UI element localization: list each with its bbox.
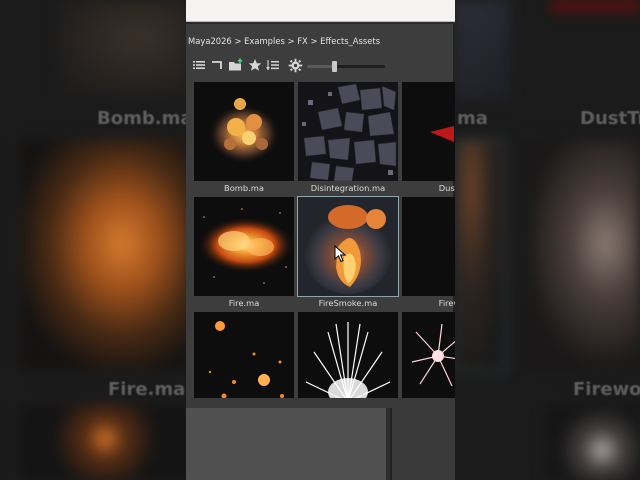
asset-label: Fire.ma bbox=[228, 298, 260, 308]
settings-gear-icon[interactable] bbox=[287, 58, 303, 74]
slider-fill bbox=[307, 65, 335, 68]
disintegration-thumbnail bbox=[298, 82, 398, 181]
back-arrow-icon[interactable] bbox=[209, 58, 225, 74]
browser-toolbar bbox=[186, 56, 455, 76]
bg-label-fire: Fire.ma bbox=[108, 379, 186, 400]
bg-label-ma: ma bbox=[457, 108, 488, 129]
asset-item-firesmoke[interactable]: FireSmoke.ma bbox=[297, 196, 400, 311]
bg-dust-tile bbox=[455, 0, 510, 100]
breadcrumb-effects-assets[interactable]: Effects_Assets bbox=[320, 36, 380, 46]
asset-label: Bomb.ma bbox=[224, 183, 264, 193]
list-view-icon[interactable] bbox=[191, 58, 207, 74]
asset-item-disintegration[interactable]: Disintegration.ma bbox=[298, 82, 400, 196]
mouse-cursor-icon bbox=[334, 245, 347, 263]
favorite-star-icon[interactable] bbox=[247, 58, 263, 74]
bg-spark-tile bbox=[545, 405, 640, 480]
pinkfirework-thumbnail bbox=[402, 312, 455, 402]
asset-item-bomb[interactable]: Bomb.ma bbox=[194, 82, 296, 196]
asset-label: Disintegration.ma bbox=[310, 183, 386, 193]
sparks-thumbnail bbox=[194, 312, 294, 402]
content-browser-panel: Maya2026 > Examples > FX > Effects_Asset… bbox=[186, 24, 455, 408]
bg-smoke-tile bbox=[455, 140, 507, 372]
new-folder-icon[interactable] bbox=[228, 58, 244, 74]
firesmoke-thumbnail bbox=[297, 196, 399, 297]
window-top-strip bbox=[186, 0, 455, 22]
lower-panel-left bbox=[186, 408, 386, 480]
breadcrumb-separator: > bbox=[310, 36, 318, 46]
asset-label: Firewo bbox=[438, 298, 455, 308]
background-right-blurred: ma DustTr Firewo bbox=[455, 0, 640, 480]
background-left-blurred: Bomb.ma Fire.ma bbox=[0, 0, 186, 480]
asset-item-burst[interactable] bbox=[298, 312, 400, 402]
lower-workspace bbox=[186, 408, 455, 480]
bg-label-dust: DustTr bbox=[580, 108, 640, 129]
asset-label: DustTr bbox=[438, 183, 455, 193]
asset-thumbnail-grid: Bomb.ma Disintegration.ma Dus Fire.ma Fi… bbox=[194, 82, 455, 402]
asset-item-fireworks[interactable]: Firewo bbox=[402, 197, 455, 311]
content-browser-column: Maya2026 > Examples > FX > Effects_Asset… bbox=[186, 0, 455, 480]
asset-item-dusttrail[interactable]: DustTr bbox=[402, 82, 455, 196]
dusttrail-thumbnail bbox=[402, 82, 455, 181]
lower-panel-right bbox=[390, 408, 455, 480]
thumbnail-size-slider[interactable] bbox=[307, 61, 385, 72]
bg-red-tile bbox=[550, 0, 640, 12]
bg-label-firework: Firewo bbox=[573, 379, 640, 400]
bg-firework-right-tile bbox=[523, 140, 640, 370]
bg-bomb-tile bbox=[60, 0, 186, 95]
breadcrumb-fx[interactable]: FX bbox=[297, 36, 308, 46]
bg-label-bomb: Bomb.ma bbox=[97, 108, 186, 129]
fire-thumbnail bbox=[194, 197, 294, 296]
slider-thumb[interactable] bbox=[332, 61, 338, 72]
breadcrumb-separator: > bbox=[234, 36, 242, 46]
breadcrumb-examples[interactable]: Examples bbox=[244, 36, 285, 46]
breadcrumb-separator: > bbox=[287, 36, 295, 46]
bg-firework-tile bbox=[20, 405, 186, 480]
burst-thumbnail bbox=[298, 312, 398, 402]
breadcrumb-maya2026[interactable]: Maya2026 bbox=[188, 36, 232, 46]
asset-label: FireSmoke.ma bbox=[318, 298, 378, 308]
asset-item-sparks[interactable] bbox=[194, 312, 296, 402]
asset-item-pinkfirework[interactable] bbox=[402, 312, 455, 402]
asset-item-fire[interactable]: Fire.ma bbox=[194, 197, 296, 311]
fireworks-thumbnail bbox=[402, 197, 455, 296]
bg-fire-tile bbox=[20, 140, 186, 370]
panel-bottom-edge bbox=[186, 398, 455, 408]
sort-list-icon[interactable] bbox=[265, 58, 281, 74]
breadcrumb: Maya2026 > Examples > FX > Effects_Asset… bbox=[188, 36, 380, 46]
bomb-thumbnail bbox=[194, 82, 294, 181]
